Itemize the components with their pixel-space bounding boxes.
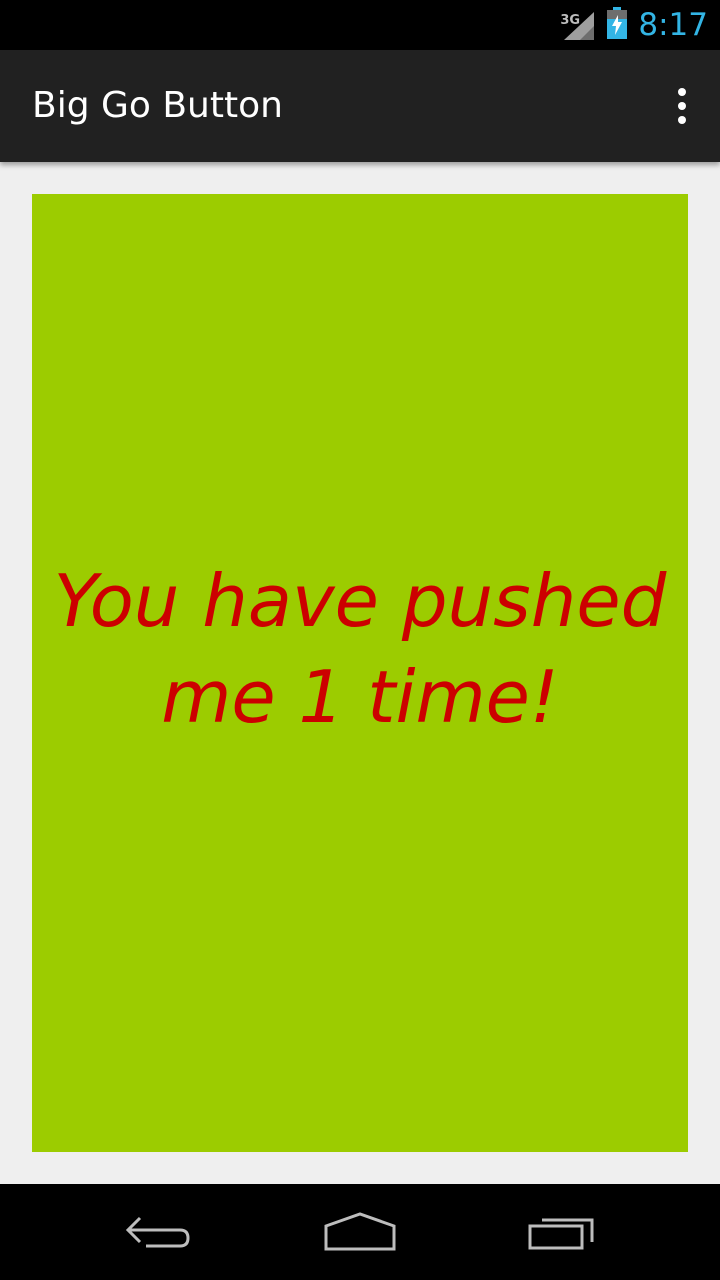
battery-charging-icon: [606, 6, 628, 44]
big-go-button[interactable]: You have pushed me 1 time!: [32, 194, 688, 1152]
status-clock: 8:17: [638, 7, 708, 43]
recents-button[interactable]: [502, 1184, 622, 1280]
home-icon: [324, 1212, 396, 1251]
status-bar: 3G 8:17: [0, 0, 720, 50]
action-bar: Big Go Button: [0, 50, 720, 162]
overflow-menu-icon[interactable]: [662, 82, 702, 130]
overflow-dot: [678, 102, 686, 110]
home-button[interactable]: [300, 1184, 420, 1280]
signal-icon: 3G: [558, 8, 598, 42]
navigation-bar: [0, 1184, 720, 1280]
push-count-text: You have pushed me 1 time!: [40, 553, 680, 745]
overflow-dot: [678, 88, 686, 96]
overflow-dot: [678, 116, 686, 124]
back-icon: [125, 1216, 190, 1248]
network-type-label: 3G: [560, 13, 581, 28]
back-button[interactable]: [100, 1184, 220, 1280]
push-count-line2: me 1 time!: [161, 655, 559, 739]
status-icons: 3G 8:17: [558, 0, 708, 50]
push-count-line1: You have pushed: [53, 559, 667, 643]
app-title: Big Go Button: [32, 85, 283, 126]
recents-icon: [528, 1218, 594, 1250]
